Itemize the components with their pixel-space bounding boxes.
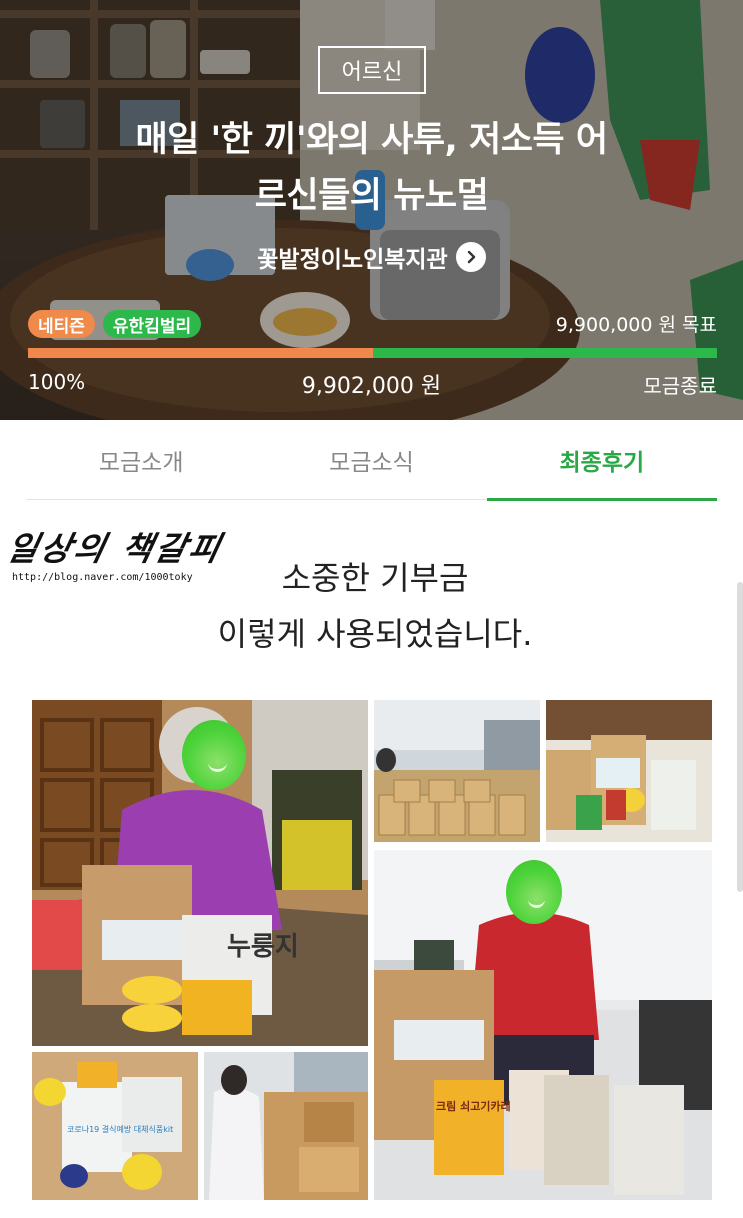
tab-news[interactable]: 모금소식 [256, 420, 486, 499]
funding-progress-bar [28, 348, 717, 358]
photo-bag-label: 코로나19 결식예방 대체식품kit [67, 1124, 173, 1134]
sponsor-tag-netizen: 네티즌 [28, 310, 95, 338]
content-tabs: 모금소개 모금소식 최종후기 [26, 420, 718, 501]
photo-packed-bags-room [374, 700, 540, 842]
tab-final-review[interactable]: 최종후기 [486, 420, 718, 501]
photo-curry-label: 크림 쇠고기카레 [436, 1099, 511, 1113]
review-headline-line1: 소중한 기부금 [281, 559, 469, 597]
face-blur-mask [182, 720, 246, 790]
photo-food-kit-items [546, 700, 712, 842]
campaign-title-line2: 르신들의 뉴노멀 [254, 176, 489, 216]
photo-volunteer-boxes [204, 1052, 368, 1200]
sponsor-tag-company: 유한킴벌리 [102, 310, 202, 338]
chevron-right-circle-icon [455, 242, 486, 272]
organization-link[interactable]: 꽃밭정이노인복지관 [0, 240, 743, 274]
sponsor-tags: 네티즌 유한킴벌리 [28, 310, 202, 338]
campaign-title: 매일 '한 끼'와의 사투, 저소득 어 르신들의 뉴노멀 [60, 112, 683, 224]
review-photo-collage: 누룽지 크림 쇠고기카레 코로나19 결식예방 대체식품kit [32, 700, 712, 1200]
organization-name: 꽃밭정이노인복지관 [257, 247, 448, 273]
final-review-content: 일상의 책갈피 http://blog.naver.com/1000toky 소… [0, 502, 743, 1218]
photo-kit-closeup: 코로나19 결식예방 대체식품kit [32, 1052, 198, 1200]
raised-amount: 9,902,000 원 [301, 374, 442, 399]
campaign-title-line1: 매일 '한 끼'와의 사투, 저소득 어 [135, 120, 608, 160]
goal-amount: 9,900,000 원 목표 [555, 314, 717, 336]
campaign-hero: 어르신 매일 '한 끼'와의 사투, 저소득 어 르신들의 뉴노멀 꽃밭정이노인… [0, 0, 743, 420]
page-scrollbar[interactable] [737, 582, 743, 892]
netizen-progress-fill [28, 348, 373, 358]
review-headline-line2: 이렇게 사용되었습니다. [217, 615, 533, 653]
photo-woman-red-sweater: 크림 쇠고기카레 [374, 850, 712, 1200]
review-headline: 소중한 기부금 이렇게 사용되었습니다. [150, 550, 600, 662]
tab-introduction[interactable]: 모금소개 [26, 420, 256, 499]
photo-elderly-woman-purple: 누룽지 [32, 700, 368, 1046]
campaign-status: 모금종료 [643, 374, 717, 398]
category-badge: 어르신 [318, 46, 426, 94]
face-blur-mask [506, 860, 562, 924]
photo-nurungji-label: 누룽지 [227, 932, 299, 962]
